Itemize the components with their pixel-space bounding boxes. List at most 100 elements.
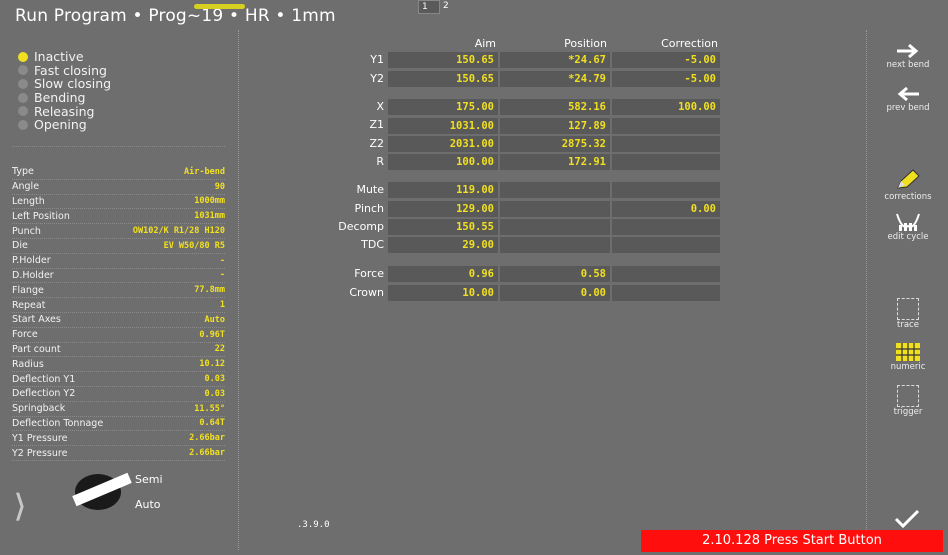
param-row-springback: Springback 11.55° xyxy=(12,402,225,417)
param-label: Type xyxy=(12,166,34,178)
param-value: 0.03 xyxy=(204,388,225,399)
status-dot-icon xyxy=(18,78,28,89)
cell-x-aim[interactable]: 175.00 xyxy=(388,99,498,115)
cell-mute-position xyxy=(500,182,610,198)
row-label-z2: Z2 xyxy=(369,137,384,150)
param-value: 10.12 xyxy=(199,359,225,370)
page-title: Run Program • Prog~19 • HR • 1mm xyxy=(15,6,336,26)
cell-x-correction[interactable]: 100.00 xyxy=(612,99,720,115)
cell-force-aim[interactable]: 0.96 xyxy=(388,266,498,282)
param-label: Deflection Tonnage xyxy=(12,417,104,429)
row-label-x: X xyxy=(376,100,384,113)
cell-z1-correction[interactable] xyxy=(612,118,720,134)
cell-tdc-correction[interactable] xyxy=(612,237,720,253)
row-label-r: R xyxy=(376,155,384,168)
param-row-left-position: Left Position 1031mm xyxy=(12,209,225,225)
trace-label: trace xyxy=(897,320,919,330)
trace-icon xyxy=(897,298,919,320)
param-row-p-holder: P.Holder - xyxy=(12,254,225,269)
cell-mute-aim[interactable]: 119.00 xyxy=(388,182,498,198)
param-row-deflection-y2: Deflection Y2 0.03 xyxy=(12,387,225,402)
mode-semi-label[interactable]: Semi xyxy=(135,473,163,486)
param-value: Air-bend xyxy=(184,166,225,177)
param-label: Deflection Y1 xyxy=(12,373,76,385)
cell-crown-correction[interactable] xyxy=(612,285,720,301)
cell-r-correction[interactable] xyxy=(612,154,720,170)
cell-decomp-position xyxy=(500,219,610,235)
param-value: OW102/K R1/28 H120 xyxy=(132,226,225,237)
next-bend-button[interactable]: next bend xyxy=(872,42,944,70)
cell-y2-aim[interactable]: 150.65 xyxy=(388,71,498,87)
cell-z2-aim[interactable]: 2031.00 xyxy=(388,136,498,152)
chevron-left-icon[interactable]: ❯ xyxy=(14,488,26,521)
cell-decomp-correction[interactable] xyxy=(612,219,720,235)
cell-z2-correction[interactable] xyxy=(612,136,720,152)
cell-mute-correction[interactable] xyxy=(612,182,720,198)
col-header-aim: Aim xyxy=(474,37,496,50)
param-value: 1031mm xyxy=(194,211,225,222)
trigger-button[interactable]: trigger xyxy=(872,385,944,417)
param-row-start-axes: Start Axes Auto xyxy=(12,313,225,328)
cell-y1-aim[interactable]: 150.65 xyxy=(388,52,498,68)
param-label: Flange xyxy=(12,284,44,296)
status-dot-icon xyxy=(18,51,28,62)
checkmark-icon[interactable] xyxy=(893,508,921,530)
cell-y1-correction[interactable]: -5.00 xyxy=(612,52,720,68)
param-value: 77.8mm xyxy=(194,285,225,296)
mode-auto-label[interactable]: Auto xyxy=(135,498,161,511)
page-tab-2[interactable]: 2 xyxy=(440,0,462,14)
trace-button[interactable]: trace xyxy=(872,298,944,330)
pencil-icon xyxy=(897,169,920,189)
param-label: Angle xyxy=(12,181,40,193)
param-value: 1000mm xyxy=(194,196,225,207)
edit-cycle-label: edit cycle xyxy=(887,232,929,242)
param-value: 0.03 xyxy=(204,374,225,385)
row-label-y2: Y2 xyxy=(370,72,384,85)
param-row-length: Length 1000mm xyxy=(12,195,225,210)
param-label: Left Position xyxy=(12,210,70,222)
edit-cycle-button[interactable]: edit cycle xyxy=(872,212,944,242)
param-label: Springback xyxy=(12,403,66,415)
param-label: Part count xyxy=(12,343,61,355)
cell-y1-position: *24.67 xyxy=(500,52,610,68)
param-value: - xyxy=(219,270,225,281)
row-label-crown: Crown xyxy=(349,286,384,299)
param-value: 22 xyxy=(214,344,225,355)
param-value: 2.66bar xyxy=(189,433,225,444)
cell-tdc-aim[interactable]: 29.00 xyxy=(388,237,498,253)
param-label: D.Holder xyxy=(12,269,54,281)
param-value: 90 xyxy=(214,181,225,192)
cell-pinch-correction[interactable]: 0.00 xyxy=(612,201,720,217)
status-dot-icon xyxy=(18,119,28,130)
next-bend-label: next bend xyxy=(886,60,930,70)
cell-r-position: 172.91 xyxy=(500,154,610,170)
cell-pinch-aim[interactable]: 129.00 xyxy=(388,201,498,217)
param-value: 11.55° xyxy=(194,403,225,414)
cell-r-aim[interactable]: 100.00 xyxy=(388,154,498,170)
param-label: Y2 Pressure xyxy=(12,447,68,459)
corrections-button[interactable]: corrections xyxy=(872,168,944,202)
cell-y2-correction[interactable]: -5.00 xyxy=(612,71,720,87)
bend-parameters: Type Air-bend Angle 90 Length 1000mm Left P… xyxy=(12,165,225,461)
param-label: Die xyxy=(12,240,28,252)
cell-decomp-aim[interactable]: 150.55 xyxy=(388,219,498,235)
row-label-mute: Mute xyxy=(356,183,384,196)
numeric-button[interactable]: numeric xyxy=(872,342,944,372)
param-value: 1 xyxy=(219,300,225,311)
param-row-repeat: Repeat 1 xyxy=(12,298,225,313)
cell-z1-aim[interactable]: 1031.00 xyxy=(388,118,498,134)
param-row-deflection-y1: Deflection Y1 0.03 xyxy=(12,372,225,387)
numeric-grid-icon xyxy=(896,343,920,361)
cell-force-correction[interactable] xyxy=(612,266,720,282)
status-dot-icon xyxy=(18,92,28,103)
prev-bend-button[interactable]: prev bend xyxy=(872,85,944,113)
right-divider xyxy=(866,30,867,530)
status-item-fast-closing: Fast closing xyxy=(18,63,111,78)
cell-crown-aim[interactable]: 10.00 xyxy=(388,285,498,301)
page-tab-1[interactable]: 1 xyxy=(418,0,440,14)
arrow-right-icon xyxy=(897,43,919,59)
scroll-grip[interactable] xyxy=(194,4,245,9)
param-label: Force xyxy=(12,329,38,341)
param-value: 0.96T xyxy=(199,329,225,340)
row-label-y1: Y1 xyxy=(370,53,384,66)
